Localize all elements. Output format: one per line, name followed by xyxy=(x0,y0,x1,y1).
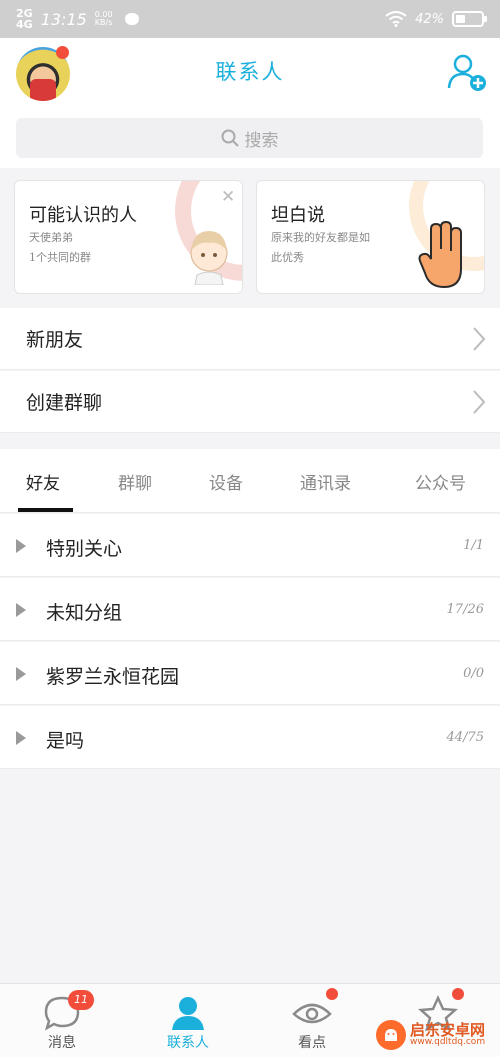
group-name: 特别关心 xyxy=(46,538,123,560)
tab-contacts[interactable]: 联系人 xyxy=(138,984,238,1057)
group-count: 0/0 xyxy=(463,666,484,681)
android-icon xyxy=(385,1029,397,1041)
tab-friends[interactable]: 好友 xyxy=(26,469,60,494)
card-subtitle: 天使弟弟 xyxy=(29,231,73,244)
header: 联系人 搜索 xyxy=(0,38,500,168)
eye-icon xyxy=(292,1003,332,1024)
create-group-row[interactable]: 创建群聊 xyxy=(0,371,500,433)
new-friends-row[interactable]: 新朋友 xyxy=(0,308,500,370)
list-item[interactable]: 是吗 44/75 xyxy=(0,706,500,769)
chevron-right-icon xyxy=(473,390,486,414)
notification-dot xyxy=(326,988,338,1000)
add-contact-icon[interactable] xyxy=(446,52,488,92)
signal-label-2: 4G xyxy=(16,18,33,31)
status-time: 13:15 xyxy=(40,9,87,29)
card-subtitle: 此优秀 xyxy=(271,251,304,264)
watermark-url: www.qdltdq.com xyxy=(410,1037,486,1047)
close-icon[interactable]: ✕ xyxy=(221,187,235,207)
unread-badge: 11 xyxy=(68,990,94,1010)
signal-indicator: 2G 4G xyxy=(16,8,33,30)
status-left: 2G 4G 13:15 0.00 KB/s xyxy=(16,8,139,30)
tab-devices[interactable]: 设备 xyxy=(209,469,243,494)
suggestion-cards: 可能认识的人 天使弟弟 1个共同的群 ✕ 坦白说 原来我的好友都是如 此优秀 xyxy=(0,168,500,306)
tab-indicator xyxy=(18,508,73,512)
tab-watch[interactable]: 看点 xyxy=(262,984,362,1057)
create-group-label: 创建群聊 xyxy=(26,392,103,414)
card-subtitle: 1个共同的群 xyxy=(29,251,91,264)
tab-groups[interactable]: 群聊 xyxy=(118,469,152,494)
card-candid-talk[interactable]: 坦白说 原来我的好友都是如 此优秀 xyxy=(256,180,485,294)
tab-label: 联系人 xyxy=(167,1035,209,1051)
watermark: 启东安卓网 www.qdltdq.com xyxy=(376,1016,500,1054)
wifi-icon xyxy=(385,11,407,27)
page-title: 联系人 xyxy=(215,60,285,84)
tab-address-book[interactable]: 通讯录 xyxy=(300,469,351,494)
network-speed-unit: KB/s xyxy=(94,18,113,27)
card-subtitle: 原来我的好友都是如 xyxy=(271,231,370,244)
network-speed: 0.00 KB/s xyxy=(95,11,117,27)
status-bar: 2G 4G 13:15 0.00 KB/s 42% xyxy=(0,0,500,38)
list-item[interactable]: 紫罗兰永恒花园 0/0 xyxy=(0,642,500,705)
watermark-title: 启东安卓网 xyxy=(410,1021,486,1039)
list-item[interactable]: 特别关心 1/1 xyxy=(0,514,500,577)
tab-label: 看点 xyxy=(298,1035,326,1051)
search-icon xyxy=(221,129,239,147)
status-right: 42% xyxy=(385,11,487,27)
expand-arrow-icon xyxy=(16,603,26,617)
hand-icon xyxy=(418,221,462,289)
anime-avatar-icon xyxy=(190,231,228,285)
expand-arrow-icon xyxy=(16,731,26,745)
list-item[interactable]: 未知分组 17/26 xyxy=(0,578,500,641)
contacts-icon xyxy=(172,997,204,1030)
chat-bubble-icon xyxy=(124,13,139,25)
group-name: 未知分组 xyxy=(46,602,123,624)
new-friends-label: 新朋友 xyxy=(26,329,84,351)
group-count: 44/75 xyxy=(446,730,484,745)
card-people-you-may-know[interactable]: 可能认识的人 天使弟弟 1个共同的群 ✕ xyxy=(14,180,243,294)
watermark-text: 启东安卓网 www.qdltdq.com xyxy=(410,1023,485,1047)
card-title: 坦白说 xyxy=(271,205,325,226)
card-title: 可能认识的人 xyxy=(29,205,137,226)
group-name: 紫罗兰永恒花园 xyxy=(46,666,180,688)
group-name: 是吗 xyxy=(46,730,85,752)
group-count: 17/26 xyxy=(446,602,484,617)
notification-dot xyxy=(452,988,464,1000)
search-placeholder: 搜索 xyxy=(244,130,279,151)
search-input[interactable]: 搜索 xyxy=(16,118,483,158)
expand-arrow-icon xyxy=(16,667,26,681)
chevron-right-icon xyxy=(473,327,486,351)
tab-official-accounts[interactable]: 公众号 xyxy=(415,469,466,494)
expand-arrow-icon xyxy=(16,539,26,553)
tab-messages[interactable]: 11 消息 xyxy=(12,984,112,1057)
battery-percent: 42% xyxy=(415,11,444,27)
battery-icon xyxy=(452,11,487,27)
group-count: 1/1 xyxy=(463,538,484,553)
watermark-logo-icon xyxy=(376,1020,406,1050)
tab-label: 消息 xyxy=(48,1035,76,1051)
contact-tabs: 好友 群聊 设备 通讯录 公众号 xyxy=(0,449,500,513)
